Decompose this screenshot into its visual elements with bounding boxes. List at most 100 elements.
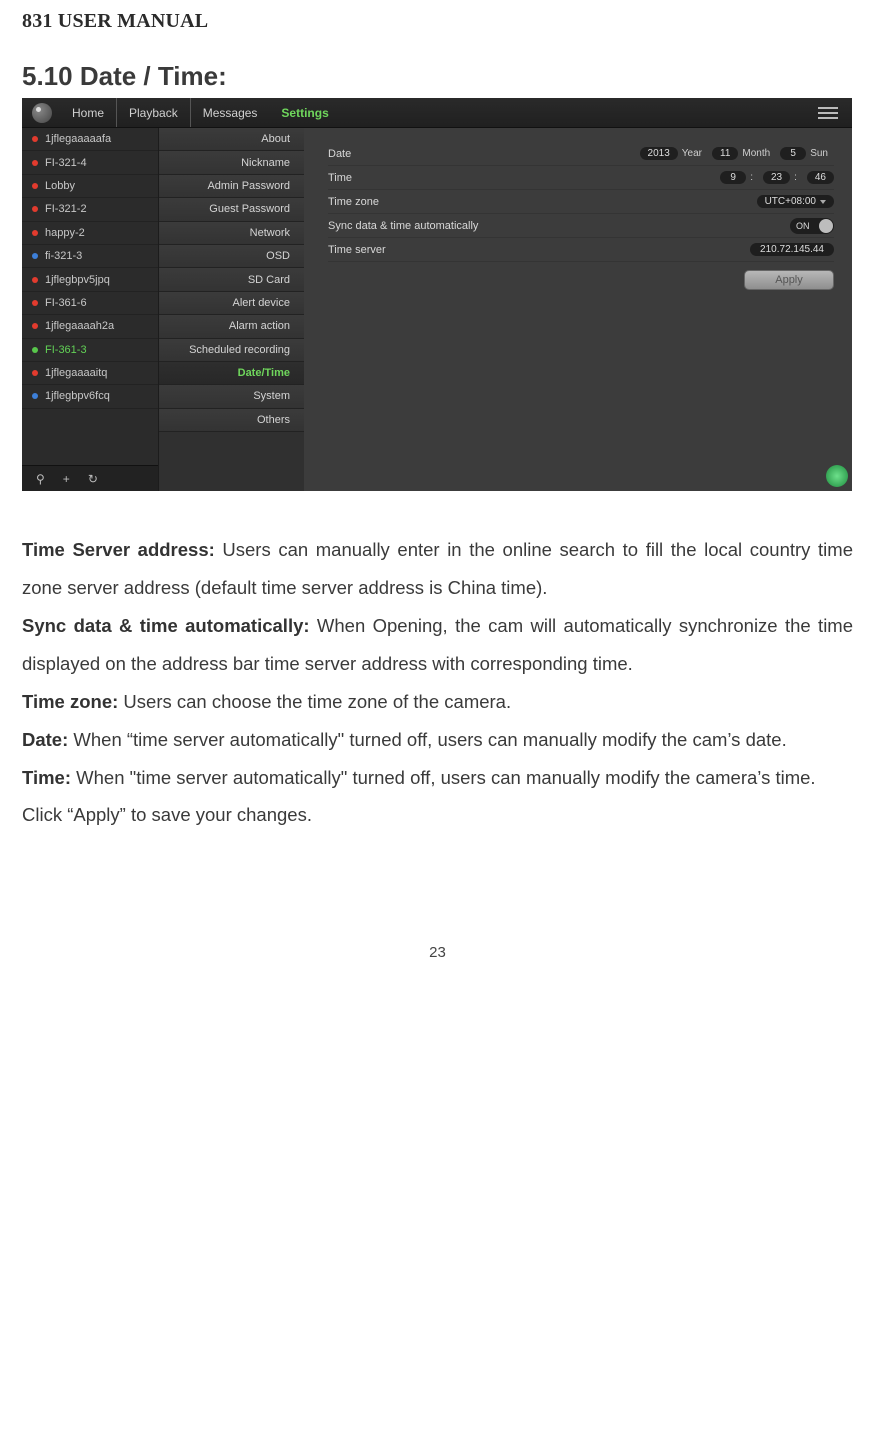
- status-dot-icon: [32, 183, 38, 189]
- status-dot-icon: [32, 323, 38, 329]
- refresh-icon[interactable]: ↻: [88, 472, 98, 486]
- section-title: 5.10 Date / Time:: [22, 61, 853, 92]
- camera-list-item[interactable]: FI-361-3: [22, 339, 158, 362]
- settings-menu-item[interactable]: Guest Password: [159, 198, 304, 221]
- date-label: Date: [328, 148, 518, 160]
- status-dot-icon: [32, 253, 38, 259]
- timeserver-input[interactable]: 210.72.145.44: [750, 243, 834, 256]
- settings-menu-item[interactable]: Scheduled recording: [159, 339, 304, 362]
- app-screenshot: Home Playback Messages Settings 1jflegaa…: [22, 98, 852, 491]
- camera-name: 1jflegbpv5jpq: [45, 274, 110, 286]
- add-icon[interactable]: +: [63, 472, 70, 486]
- time-min-input[interactable]: 23: [763, 171, 790, 184]
- sync-label: Sync data & time automatically: [328, 220, 588, 232]
- settings-menu-item[interactable]: Date/Time: [159, 362, 304, 385]
- tab-settings[interactable]: Settings: [269, 98, 340, 127]
- camera-name: 1jflegbpv6fcq: [45, 390, 110, 402]
- camera-list-item[interactable]: fi-321-3: [22, 245, 158, 268]
- row-time: Time 9: 23: 46: [328, 166, 834, 190]
- status-badge-icon: [826, 465, 848, 487]
- status-dot-icon: [32, 277, 38, 283]
- camera-list-toolbar: ⚲ + ↻: [22, 465, 158, 491]
- camera-list-item[interactable]: 1jflegbpv6fcq: [22, 385, 158, 408]
- timezone-value: UTC+08:00: [765, 196, 816, 207]
- settings-menu-item[interactable]: Admin Password: [159, 175, 304, 198]
- camera-name: 1jflegaaaaitq: [45, 367, 107, 379]
- settings-menu-item[interactable]: Alert device: [159, 292, 304, 315]
- date-day-input[interactable]: 5: [780, 147, 806, 160]
- status-dot-icon: [32, 370, 38, 376]
- settings-menu-item[interactable]: Alarm action: [159, 315, 304, 338]
- body-text: Time Server address: Users can manually …: [22, 531, 853, 834]
- row-sync: Sync data & time automatically ON: [328, 214, 834, 238]
- camera-list: 1jflegaaaaafa FI-321-4 Lobby FI-321-2 happy-…: [22, 128, 159, 491]
- time-sep: :: [750, 172, 753, 183]
- term-time-server: Time Server address:: [22, 539, 215, 560]
- term-time: Time:: [22, 767, 71, 788]
- page-number: 23: [22, 944, 853, 961]
- camera-list-item[interactable]: happy-2: [22, 222, 158, 245]
- settings-menu-item[interactable]: About: [159, 128, 304, 151]
- status-dot-icon: [32, 160, 38, 166]
- time-hour-input[interactable]: 9: [720, 171, 746, 184]
- tab-home[interactable]: Home: [60, 98, 116, 127]
- desc-timezone: Users can choose the time zone of the ca…: [118, 691, 511, 712]
- settings-content: Date 2013 Year 11 Month 5 Sun Time 9: 23: 4…: [304, 128, 852, 491]
- apply-button[interactable]: Apply: [744, 270, 834, 290]
- row-date: Date 2013 Year 11 Month 5 Sun: [328, 142, 834, 166]
- term-sync: Sync data & time automatically:: [22, 615, 310, 636]
- settings-menu-item[interactable]: OSD: [159, 245, 304, 268]
- row-timezone: Time zone UTC+08:00: [328, 190, 834, 214]
- date-month-input[interactable]: 11: [712, 147, 738, 160]
- time-label: Time: [328, 172, 518, 184]
- search-icon[interactable]: ⚲: [36, 472, 45, 486]
- status-dot-icon: [32, 206, 38, 212]
- camera-name: 1jflegaaaaafa: [45, 133, 111, 145]
- app-logo-icon: [32, 103, 52, 123]
- camera-list-item[interactable]: Lobby: [22, 175, 158, 198]
- camera-name: FI-361-3: [45, 344, 87, 356]
- status-dot-icon: [32, 393, 38, 399]
- status-dot-icon: [32, 347, 38, 353]
- tab-messages[interactable]: Messages: [191, 98, 270, 127]
- camera-list-item[interactable]: 1jflegaaaah2a: [22, 315, 158, 338]
- unit-year: Year: [682, 148, 702, 159]
- desc-time: When "time server automatically" turned …: [71, 767, 816, 788]
- toggle-on-text: ON: [796, 221, 810, 231]
- status-dot-icon: [32, 230, 38, 236]
- toggle-knob-icon: [819, 219, 833, 233]
- time-sec-input[interactable]: 46: [807, 171, 834, 184]
- settings-menu-item[interactable]: Nickname: [159, 151, 304, 174]
- date-year-input[interactable]: 2013: [640, 147, 678, 160]
- settings-menu-item[interactable]: SD Card: [159, 268, 304, 291]
- camera-name: FI-321-2: [45, 203, 87, 215]
- term-date: Date:: [22, 729, 68, 750]
- hamburger-icon[interactable]: [818, 107, 838, 119]
- unit-month: Month: [742, 148, 770, 159]
- settings-menu-item[interactable]: Others: [159, 409, 304, 432]
- desc-apply: Click “Apply” to save your changes.: [22, 804, 312, 825]
- status-dot-icon: [32, 300, 38, 306]
- row-timeserver: Time server 210.72.145.44: [328, 238, 834, 262]
- camera-list-item[interactable]: FI-321-4: [22, 151, 158, 174]
- camera-name: FI-361-6: [45, 297, 87, 309]
- settings-menu: AboutNicknameAdmin PasswordGuest Passwor…: [159, 128, 304, 491]
- camera-name: fi-321-3: [45, 250, 82, 262]
- camera-list-item[interactable]: FI-361-6: [22, 292, 158, 315]
- camera-list-item[interactable]: 1jflegaaaaitq: [22, 362, 158, 385]
- sync-toggle[interactable]: ON: [790, 218, 834, 234]
- camera-name: FI-321-4: [45, 157, 87, 169]
- camera-list-item[interactable]: 1jflegbpv5jpq: [22, 268, 158, 291]
- settings-menu-item[interactable]: Network: [159, 222, 304, 245]
- timezone-dropdown[interactable]: UTC+08:00: [757, 195, 834, 208]
- camera-list-item[interactable]: 1jflegaaaaafa: [22, 128, 158, 151]
- unit-day: Sun: [810, 148, 828, 159]
- camera-name: happy-2: [45, 227, 85, 239]
- desc-date: When “time server automatically" turned …: [68, 729, 786, 750]
- settings-menu-item[interactable]: System: [159, 385, 304, 408]
- camera-list-item[interactable]: FI-321-2: [22, 198, 158, 221]
- doc-header: 831 USER MANUAL: [22, 10, 853, 33]
- top-nav: Home Playback Messages Settings: [22, 98, 852, 128]
- camera-name: 1jflegaaaah2a: [45, 320, 114, 332]
- tab-playback[interactable]: Playback: [116, 98, 191, 127]
